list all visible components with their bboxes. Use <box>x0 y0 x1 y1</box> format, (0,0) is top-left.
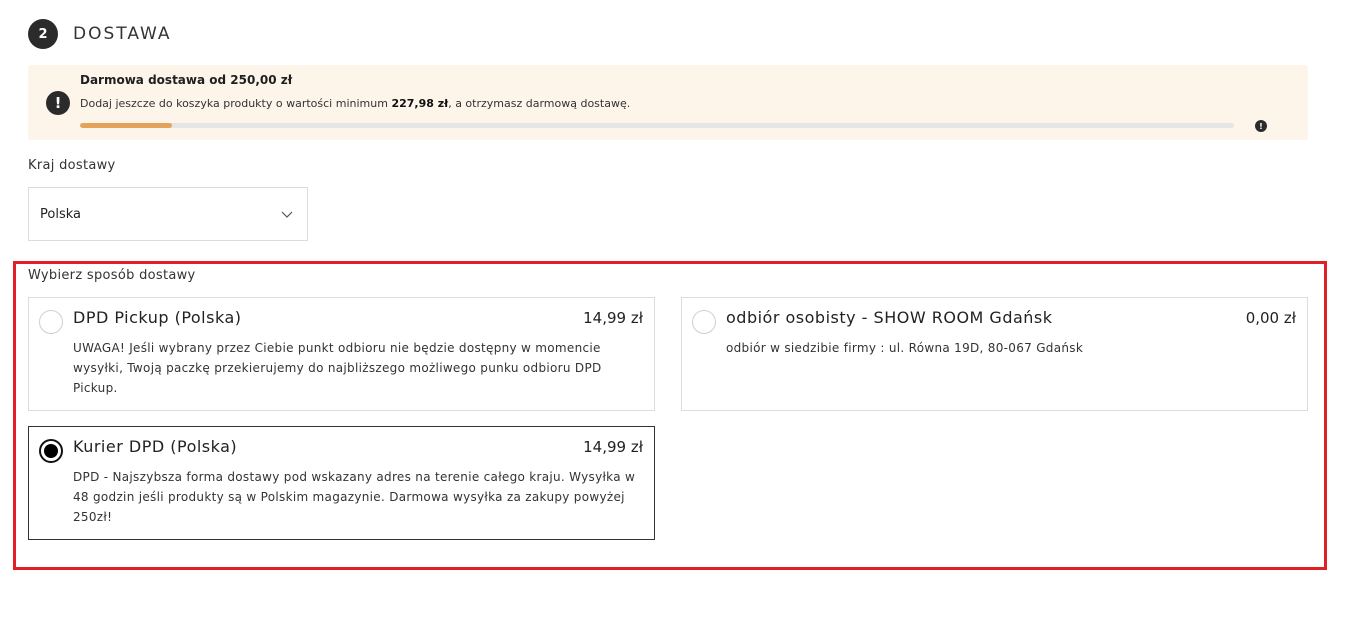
shipping-option-description: odbiór w siedzibie firmy : ul. Równa 19D… <box>726 341 1084 355</box>
shipping-option-name: odbiór osobisty - SHOW ROOM Gdańsk <box>726 308 1053 327</box>
shipping-option-dpd-pickup[interactable]: DPD Pickup (Polska) 14,99 zł UWAGA! Jeśl… <box>28 297 655 411</box>
shipping-method-label: Wybierz sposób dostawy <box>28 268 196 283</box>
progress-fill <box>80 123 173 128</box>
radio-button[interactable] <box>692 310 716 334</box>
banner-amount: 227,98 zł <box>391 97 449 110</box>
shipping-option-showroom[interactable]: odbiór osobisty - SHOW ROOM Gdańsk 0,00 … <box>681 297 1308 411</box>
country-label: Kraj dostawy <box>28 158 116 173</box>
shipping-option-description: UWAGA! Jeśli wybrany przez Ciebie punkt … <box>73 341 602 395</box>
exclamation-circle-icon: ! <box>46 91 70 115</box>
free-shipping-progress-bar <box>80 123 1234 128</box>
shipping-option-kurier-dpd[interactable]: Kurier DPD (Polska) 14,99 zł DPD - Najsz… <box>28 426 655 540</box>
country-select-value: Polska <box>40 206 81 222</box>
chevron-down-icon <box>281 211 293 218</box>
banner-text-after: , a otrzymasz darmową dostawę. <box>448 97 631 110</box>
shipping-option-price: 14,99 zł <box>583 309 643 327</box>
step-title: DOSTAWA <box>73 24 172 44</box>
shipping-option-price: 14,99 zł <box>583 438 643 456</box>
shipping-option-name: DPD Pickup (Polska) <box>73 308 242 327</box>
banner-text: Dodaj jeszcze do koszyka produkty o wart… <box>80 97 630 110</box>
banner-title: Darmowa dostawa od 250,00 zł <box>80 73 293 87</box>
exclamation-circle-icon: ! <box>1255 120 1267 132</box>
free-shipping-banner: ! Darmowa dostawa od 250,00 zł Dodaj jes… <box>28 65 1308 140</box>
step-header: 2 DOSTAWA <box>28 19 172 49</box>
radio-button[interactable] <box>39 310 63 334</box>
radio-button[interactable] <box>39 439 63 463</box>
banner-text-before: Dodaj jeszcze do koszyka produkty o wart… <box>80 97 392 110</box>
country-select[interactable]: Polska <box>28 187 308 241</box>
shipping-option-price: 0,00 zł <box>1245 309 1296 327</box>
shipping-option-description: DPD - Najszybsza forma dostawy pod wskaz… <box>73 470 636 524</box>
step-number-badge: 2 <box>28 19 58 49</box>
shipping-option-name: Kurier DPD (Polska) <box>73 437 238 456</box>
